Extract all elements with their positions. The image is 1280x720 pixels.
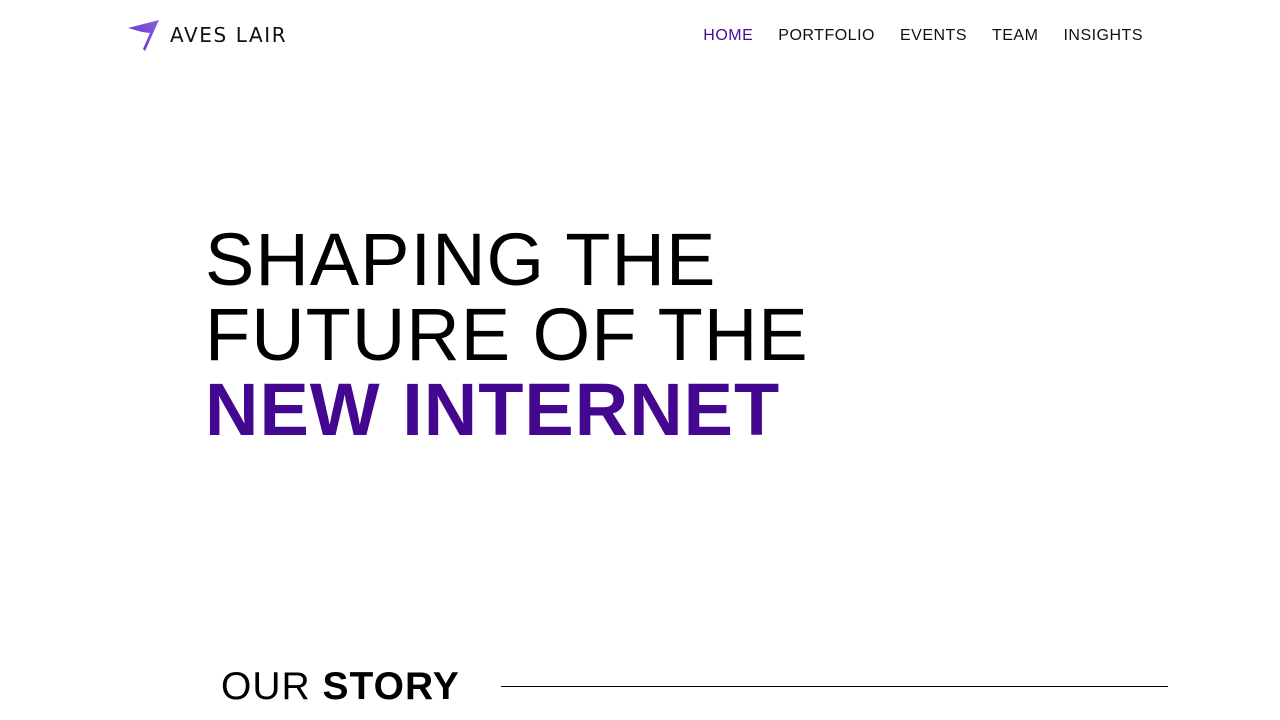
section-title-our-story: OUR STORY	[221, 664, 460, 710]
nav-link-team[interactable]: TEAM	[992, 26, 1038, 46]
hero-line-1: SHAPING THE	[205, 218, 717, 301]
hero-line-3-accent: NEW INTERNET	[205, 368, 781, 451]
section-title-word-2: STORY	[322, 665, 460, 708]
section-title-word-1: OUR	[221, 665, 311, 708]
section-divider	[501, 686, 1168, 687]
nav-link-events[interactable]: EVENTS	[900, 26, 967, 46]
brand-logo-link[interactable]: AVES LAIR	[128, 18, 287, 52]
nav-link-home[interactable]: HOME	[703, 26, 753, 46]
brand-name: AVES LAIR	[170, 23, 288, 47]
nav-link-insights[interactable]: INSIGHTS	[1063, 26, 1143, 46]
main-nav: HOME PORTFOLIO EVENTS TEAM INSIGHTS	[678, 26, 1143, 46]
hero-heading: SHAPING THE FUTURE OF THE NEW INTERNET	[205, 222, 809, 447]
arrow-logo-icon	[128, 20, 159, 51]
nav-link-portfolio[interactable]: PORTFOLIO	[778, 26, 875, 46]
page: AVES LAIR HOME PORTFOLIO EVENTS TEAM INS…	[0, 0, 1280, 720]
hero-line-2: FUTURE OF THE	[205, 293, 809, 376]
